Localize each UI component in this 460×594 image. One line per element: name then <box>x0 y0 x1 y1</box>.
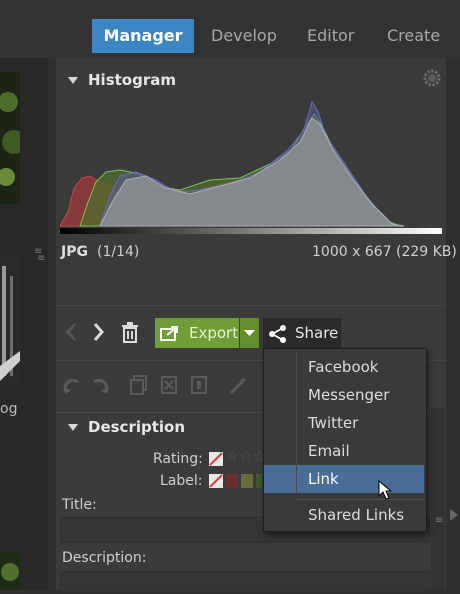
thumbnail-image[interactable] <box>0 552 20 590</box>
label-label: Label: <box>160 473 203 489</box>
left-resize-grip[interactable]: ≡ <box>37 253 45 264</box>
export-button[interactable]: Export <box>155 318 239 348</box>
no-label-swatch[interactable] <box>209 474 223 488</box>
share-button[interactable]: Share <box>263 318 341 348</box>
label-swatch-red[interactable] <box>226 474 238 488</box>
divider <box>56 305 446 306</box>
panel-scrollbar[interactable] <box>431 408 445 590</box>
chevron-down-icon <box>244 330 255 336</box>
panel-resize-grip[interactable]: ≡ <box>435 515 443 526</box>
export-dropdown-button[interactable] <box>240 318 259 348</box>
histogram-title: Histogram <box>88 71 176 89</box>
export-icon <box>160 326 178 341</box>
label-swatch-green[interactable] <box>256 474 262 488</box>
description-field-label: Description: <box>62 550 147 566</box>
label-swatch-yellow[interactable] <box>241 474 253 488</box>
rotate-right-icon[interactable] <box>88 376 110 400</box>
description-title: Description <box>88 418 186 436</box>
rating-label: Rating: <box>153 451 203 467</box>
file-index: (1/14) <box>97 244 140 260</box>
rotate-left-icon[interactable] <box>62 376 84 400</box>
menu-item-label: Messenger <box>308 386 390 404</box>
file-type: JPG <box>61 244 88 260</box>
menu-item-label: Shared Links <box>308 506 405 524</box>
export-label: Export <box>189 324 239 342</box>
star-icon[interactable]: ☆☆☆ <box>226 449 267 465</box>
expand-right-icon[interactable] <box>449 509 459 525</box>
thumbnail-bw <box>0 256 20 386</box>
previous-icon[interactable] <box>64 321 78 347</box>
menu-item-link[interactable]: Link <box>264 465 424 493</box>
tab-create[interactable]: Create <box>387 19 440 53</box>
collapse-triangle-icon <box>68 424 78 431</box>
remove-copy-icon[interactable] <box>160 375 180 399</box>
menu-item-label: Link <box>308 470 339 488</box>
tab-editor[interactable]: Editor <box>307 19 354 53</box>
tab-develop[interactable]: Develop <box>211 19 277 53</box>
title-field-label: Title: <box>62 497 97 513</box>
share-menu: Facebook Messenger Twitter Email Link Sh… <box>263 348 427 532</box>
menu-item-label: Facebook <box>308 358 379 376</box>
histogram-graph <box>59 92 442 234</box>
thumbnail-caption: og <box>0 401 18 417</box>
next-icon[interactable] <box>92 321 106 347</box>
mouse-cursor-icon <box>378 479 393 504</box>
no-rating-icon[interactable] <box>209 452 223 466</box>
gear-icon[interactable] <box>423 69 441 91</box>
menu-separator <box>296 499 424 500</box>
menu-item-label: Email <box>308 442 350 460</box>
menu-item-twitter[interactable]: Twitter <box>264 409 424 437</box>
menu-icon-gutter <box>296 353 297 493</box>
share-label: Share <box>295 324 339 342</box>
magic-wand-icon[interactable] <box>228 375 250 399</box>
tab-manager[interactable]: Manager <box>92 19 194 53</box>
image-dimensions: 1000 x 667 (229 KB) <box>312 244 457 260</box>
thumbnail-image[interactable] <box>0 72 26 204</box>
thumbnail-image[interactable] <box>0 256 20 386</box>
description-field[interactable] <box>60 571 430 592</box>
thumbnail-foliage <box>0 552 20 590</box>
menu-item-facebook[interactable]: Facebook <box>264 353 424 381</box>
menu-item-messenger[interactable]: Messenger <box>264 381 424 409</box>
paste-icon[interactable] <box>190 375 210 399</box>
trash-icon[interactable] <box>121 322 139 348</box>
menu-item-label: Twitter <box>308 414 359 432</box>
share-icon <box>269 325 286 343</box>
collapse-triangle-icon <box>68 77 78 84</box>
menu-item-shared-links[interactable]: Shared Links <box>264 501 424 529</box>
thumbnail-foliage <box>0 72 26 204</box>
menu-item-email[interactable]: Email <box>264 437 424 465</box>
copy-icon[interactable] <box>130 375 150 399</box>
histogram-header[interactable]: Histogram <box>56 66 446 94</box>
